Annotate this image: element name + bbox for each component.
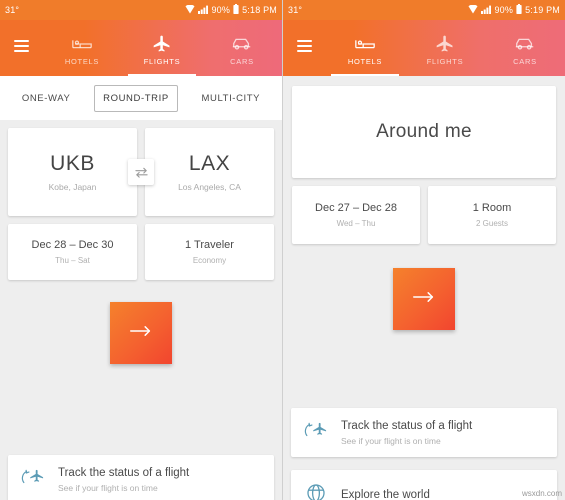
tab-cars[interactable]: CARS (202, 20, 282, 76)
battery-percent-label: 90% (494, 5, 514, 15)
promo-explore-world[interactable]: Explore the world (291, 470, 557, 500)
car-icon (514, 34, 536, 54)
right-status-bar-right: 90% 5:19 PM (468, 4, 560, 16)
arrow-right-icon (128, 324, 154, 343)
search-hotels-button-wrap (283, 268, 565, 330)
hotel-date-field[interactable]: Dec 27 – Dec 28 Wed – Thu (292, 186, 420, 244)
tab-hotels[interactable]: HOTELS (42, 20, 122, 76)
right-app-bar: HOTELS FLIGHTS CARS (283, 20, 565, 76)
wifi-icon (468, 4, 478, 16)
tab-cars[interactable]: CARS (485, 20, 565, 76)
temperature-label: 31° (288, 5, 303, 15)
origin-city: Kobe, Japan (48, 182, 97, 192)
hotel-room-subtext: 2 Guests (475, 219, 508, 228)
traveler-subtext: Economy (192, 256, 227, 265)
tab-flights-label: FLIGHTS (143, 57, 181, 66)
airplane-status-icon (20, 466, 46, 493)
arrow-right-icon (411, 290, 437, 309)
left-app-bar: HOTELS FLIGHTS CARS (0, 20, 282, 76)
date-field[interactable]: Dec 28 – Dec 30 Thu – Sat (8, 224, 137, 280)
tab-flights[interactable]: FLIGHTS (405, 20, 485, 76)
status-bar-left: 31° (5, 5, 19, 15)
promo-explore-world-title: Explore the world (341, 488, 430, 500)
route-selector-row: UKB Kobe, Japan LAX Los Angeles, CA (8, 128, 274, 216)
search-hotels-button[interactable] (393, 268, 455, 330)
date-value: Dec 28 – Dec 30 (31, 239, 114, 251)
traveler-field[interactable]: 1 Traveler Economy (145, 224, 274, 280)
location-field[interactable]: Around me (292, 86, 556, 178)
car-icon (231, 34, 253, 54)
tab-cars-label: CARS (230, 57, 254, 66)
bed-icon (354, 34, 376, 54)
hamburger-menu-icon[interactable] (283, 20, 325, 76)
globe-icon (303, 481, 329, 500)
search-flights-button[interactable] (110, 302, 172, 364)
promo-flight-status[interactable]: Track the status of a flight See if your… (291, 408, 557, 457)
signal-icon (481, 5, 492, 16)
date-subtext: Thu – Sat (55, 256, 90, 265)
hotel-detail-row: Dec 27 – Dec 28 Wed – Thu 1 Room 2 Guest… (292, 186, 556, 244)
status-bar-right: 90% 5:18 PM (185, 4, 277, 16)
battery-percent-label: 90% (211, 5, 231, 15)
promo-flight-status-title: Track the status of a flight (58, 466, 190, 479)
right-tab-bar: HOTELS FLIGHTS CARS (325, 20, 565, 76)
destination-city: Los Angeles, CA (178, 182, 241, 192)
clock-label: 5:18 PM (242, 5, 277, 15)
promo-flight-status-title: Track the status of a flight (341, 419, 473, 432)
screenshot-root: 31° 90% 5:18 PM HOTELS FLIGHTS CARS ONE-… (0, 0, 565, 500)
trip-type-round-trip[interactable]: ROUND-TRIP (94, 84, 178, 112)
destination-field[interactable]: LAX Los Angeles, CA (145, 128, 274, 216)
bed-icon (71, 34, 93, 54)
hamburger-menu-icon[interactable] (0, 20, 42, 76)
battery-icon (516, 4, 522, 16)
promo-flight-status-text: Track the status of a flight See if your… (58, 467, 189, 493)
promo-flight-status-subtitle: See if your flight is on time (58, 482, 158, 493)
promo-flight-status[interactable]: Track the status of a flight See if your… (8, 455, 274, 500)
trip-type-selector: ONE-WAY ROUND-TRIP MULTI-CITY (0, 76, 282, 120)
left-status-bar: 31° 90% 5:18 PM (0, 0, 282, 20)
promo-explore-world-text: Explore the world (341, 489, 430, 500)
tab-hotels-label: HOTELS (64, 57, 100, 66)
watermark: wsxdn.com (521, 489, 562, 498)
tab-hotels-label: HOTELS (347, 57, 383, 66)
origin-field[interactable]: UKB Kobe, Japan (8, 128, 137, 216)
search-flights-button-wrap (8, 302, 274, 364)
hotel-room-field[interactable]: 1 Room 2 Guests (428, 186, 556, 244)
airplane-icon (435, 34, 455, 54)
traveler-value: 1 Traveler (185, 239, 234, 251)
location-label: Around me (376, 121, 472, 142)
left-tab-bar: HOTELS FLIGHTS CARS (42, 20, 282, 76)
tab-hotels[interactable]: HOTELS (325, 20, 405, 76)
origin-code: UKB (50, 152, 95, 175)
right-status-bar-left: 31° (288, 5, 302, 15)
hotel-date-value: Dec 27 – Dec 28 (315, 202, 397, 214)
destination-code: LAX (188, 152, 231, 175)
trip-type-one-way[interactable]: ONE-WAY (14, 86, 79, 111)
swap-horizontal-icon[interactable] (128, 159, 154, 185)
right-status-bar: 31° 90% 5:19 PM (283, 0, 565, 20)
airplane-icon (152, 34, 172, 54)
signal-icon (198, 5, 209, 16)
right-phone-screen: 31° 90% 5:19 PM HOTELS FLIGHTS CARS Arou… (282, 0, 565, 500)
wifi-icon (185, 4, 195, 16)
hotel-room-value: 1 Room (472, 202, 512, 214)
tab-cars-label: CARS (513, 57, 537, 66)
trip-detail-row: Dec 28 – Dec 30 Thu – Sat 1 Traveler Eco… (8, 224, 274, 280)
tab-flights[interactable]: FLIGHTS (122, 20, 202, 76)
hotel-date-subtext: Wed – Thu (336, 219, 376, 228)
airplane-status-icon (303, 419, 329, 446)
trip-type-multi-city[interactable]: MULTI-CITY (194, 86, 269, 111)
battery-icon (233, 4, 239, 16)
promo-flight-status-text: Track the status of a flight See if your… (341, 420, 472, 446)
tab-flights-label: FLIGHTS (426, 57, 464, 66)
clock-label: 5:19 PM (525, 5, 560, 15)
left-body: UKB Kobe, Japan LAX Los Angeles, CA Dec … (0, 120, 282, 372)
promo-flight-status-subtitle: See if your flight is on time (341, 435, 441, 446)
left-phone-screen: 31° 90% 5:18 PM HOTELS FLIGHTS CARS ONE-… (0, 0, 282, 500)
temperature-label: 31° (5, 5, 20, 15)
